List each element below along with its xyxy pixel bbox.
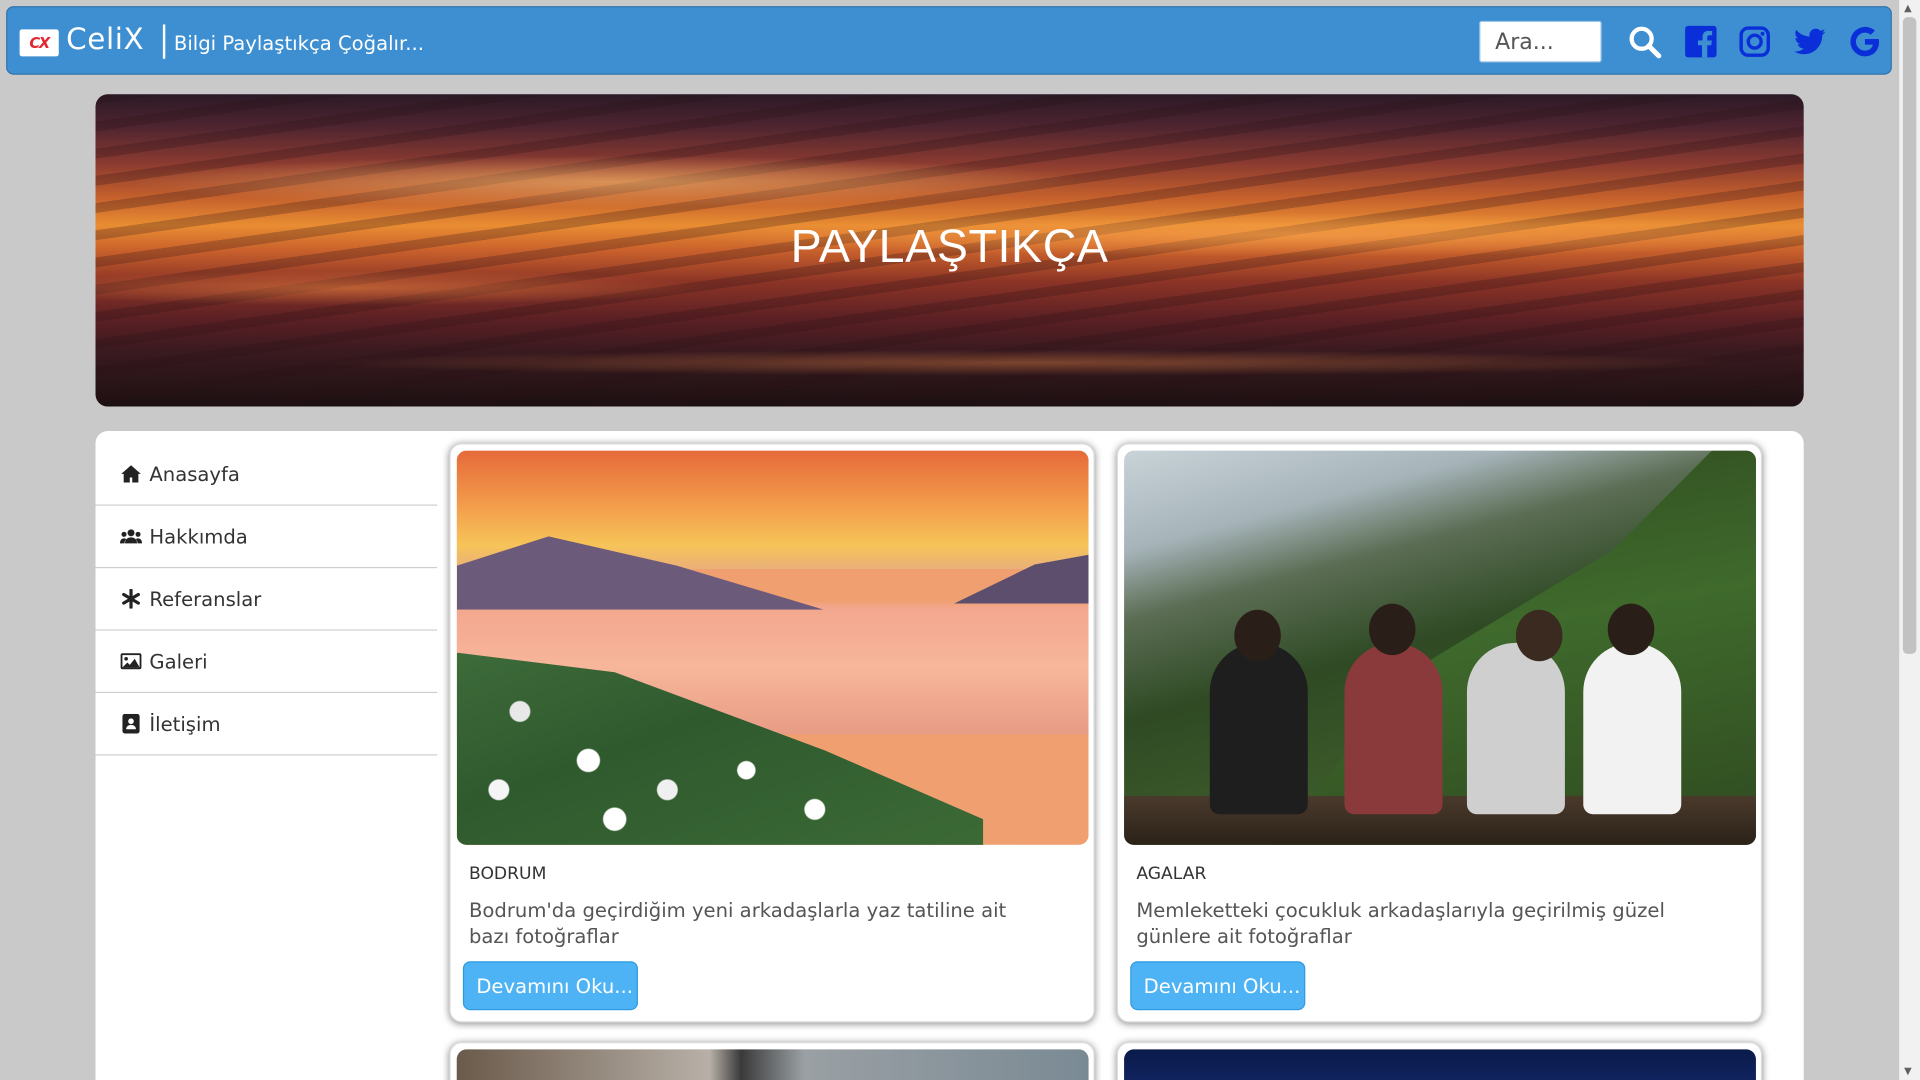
post-card: AGALAR Memleketteki çocukluk arkadaşları… [1116, 443, 1763, 1023]
image-person [1583, 642, 1682, 815]
sidebar-item-label: Hakkımda [149, 524, 248, 548]
sidebar-item-galeri[interactable]: Galeri [95, 631, 438, 694]
sidebar-item-anasayfa[interactable]: Anasayfa [95, 443, 438, 506]
scroll-thumb[interactable] [1902, 17, 1917, 654]
instagram-icon[interactable] [1738, 24, 1772, 58]
image-person [1209, 642, 1308, 815]
image-head [1368, 603, 1416, 656]
read-more-button[interactable]: Devamını Oku... [1130, 961, 1306, 1011]
tagline: Bilgi Paylaştıkça Çoğalır... [173, 31, 424, 56]
sidebar-item-label: Referanslar [149, 587, 262, 611]
sidebar-item-label: İletişim [149, 712, 221, 736]
logo[interactable]: CX [19, 29, 59, 57]
sidebar-item-hakkimda[interactable]: Hakkımda [95, 506, 438, 569]
google-icon[interactable] [1848, 24, 1882, 58]
sidebar-item-label: Anasayfa [149, 462, 240, 486]
image-person [1344, 642, 1443, 815]
logo-text: CX [29, 34, 50, 52]
sidebar-item-iletisim[interactable]: İletişim [95, 693, 438, 756]
page: CX CeliX Bilgi Paylaştıkça Çoğalır... ▲ … [0, 0, 1920, 1080]
post-title: AGALAR [1136, 864, 1207, 885]
main-content: Anasayfa Hakkımda Referanslar Galeri İle… [95, 431, 1804, 1080]
image-head [1515, 609, 1563, 662]
sidebar-item-referanslar[interactable]: Referanslar [95, 568, 438, 631]
image-hill [953, 554, 1089, 604]
image-person [1466, 642, 1565, 815]
post-image-partial[interactable] [456, 1049, 1089, 1080]
post-card: BODRUM Bodrum'da geçirdiğim yeni arkadaş… [449, 443, 1095, 1023]
post-summary: Memleketteki çocukluk arkadaşlarıyla geç… [1136, 898, 1665, 948]
twitter-icon[interactable] [1793, 24, 1827, 58]
post-image-agalar[interactable] [1124, 450, 1756, 845]
image-head [1607, 603, 1655, 656]
contact-card-icon [120, 713, 144, 735]
scrollbar[interactable]: ▲ ▼ [1899, 0, 1920, 1080]
hero-banner: PAYLAŞTIKÇA [95, 94, 1804, 407]
post-image-partial[interactable] [1124, 1049, 1756, 1080]
post-image-bodrum[interactable] [456, 450, 1089, 845]
image-hill [456, 536, 825, 610]
image-town [456, 652, 984, 845]
sidebar-nav: Anasayfa Hakkımda Referanslar Galeri İle… [95, 443, 438, 756]
hero-title: PAYLAŞTIKÇA [790, 221, 1109, 274]
read-more-button[interactable]: Devamını Oku... [462, 961, 638, 1011]
users-icon [120, 525, 144, 547]
image-icon [120, 650, 144, 672]
facebook-icon[interactable] [1684, 24, 1718, 58]
top-navbar: CX CeliX Bilgi Paylaştıkça Çoğalır... [6, 6, 1892, 75]
brand-name[interactable]: CeliX [66, 22, 144, 56]
search-icon[interactable] [1627, 24, 1662, 59]
post-card-partial [449, 1042, 1095, 1080]
brand-divider [162, 24, 166, 59]
sidebar-item-label: Galeri [149, 649, 208, 673]
image-head [1234, 609, 1281, 662]
scroll-up-arrow-icon[interactable]: ▲ [1904, 2, 1912, 13]
scroll-down-arrow-icon[interactable]: ▼ [1904, 1065, 1912, 1076]
asterisk-icon [120, 588, 144, 610]
home-icon [120, 463, 144, 485]
post-summary: Bodrum'da geçirdiğim yeni arkadaşlarla y… [468, 898, 1007, 948]
post-card-partial [1116, 1042, 1763, 1080]
search-input[interactable] [1479, 20, 1602, 63]
post-title: BODRUM [468, 864, 547, 885]
